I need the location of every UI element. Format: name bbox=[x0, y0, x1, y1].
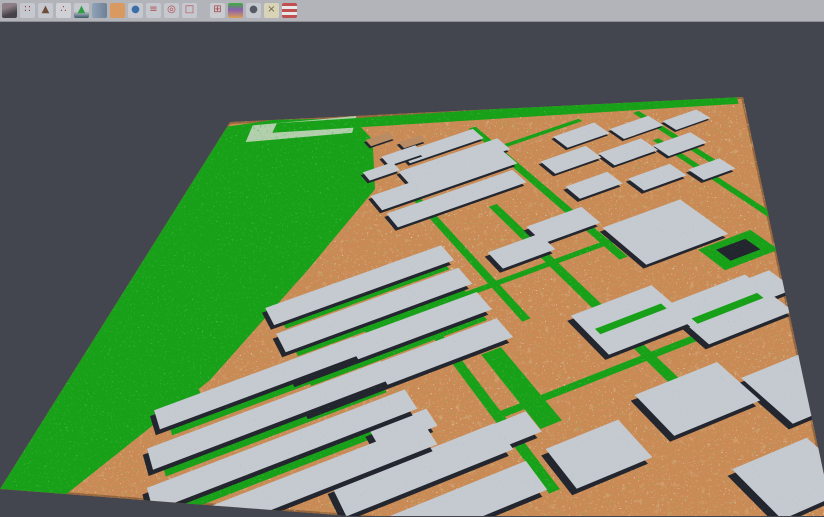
viewport-canvas[interactable] bbox=[0, 22, 824, 516]
toolbar: ∷▲∴▲●≡◎□⊞●× bbox=[0, 0, 824, 22]
colormap-icon[interactable] bbox=[228, 3, 243, 18]
flag-icon[interactable]: × bbox=[264, 3, 279, 18]
viewport-3d[interactable] bbox=[0, 22, 824, 517]
hill-vegetation-icon[interactable]: ▲ bbox=[74, 3, 89, 18]
sphere-icon[interactable]: ● bbox=[246, 3, 261, 18]
anchor-icon[interactable] bbox=[2, 3, 17, 18]
markers-icon[interactable]: ∴ bbox=[56, 3, 71, 18]
grid-points-icon[interactable]: ⊞ bbox=[210, 3, 225, 18]
ring-icon[interactable]: ◎ bbox=[164, 3, 179, 18]
list-icon[interactable]: ≡ bbox=[146, 3, 161, 18]
terrain-icon[interactable]: ▲ bbox=[38, 3, 53, 18]
orange-tile-icon[interactable] bbox=[110, 3, 125, 18]
selection-box-icon[interactable]: □ bbox=[182, 3, 197, 18]
panel-icon[interactable] bbox=[92, 3, 107, 18]
stripes-icon[interactable] bbox=[282, 3, 297, 18]
app-window: ∷▲∴▲●≡◎□⊞●× bbox=[0, 0, 824, 517]
point-cloud bbox=[0, 79, 824, 516]
scatter-points-icon[interactable]: ∷ bbox=[20, 3, 35, 18]
globe-icon[interactable]: ● bbox=[128, 3, 143, 18]
